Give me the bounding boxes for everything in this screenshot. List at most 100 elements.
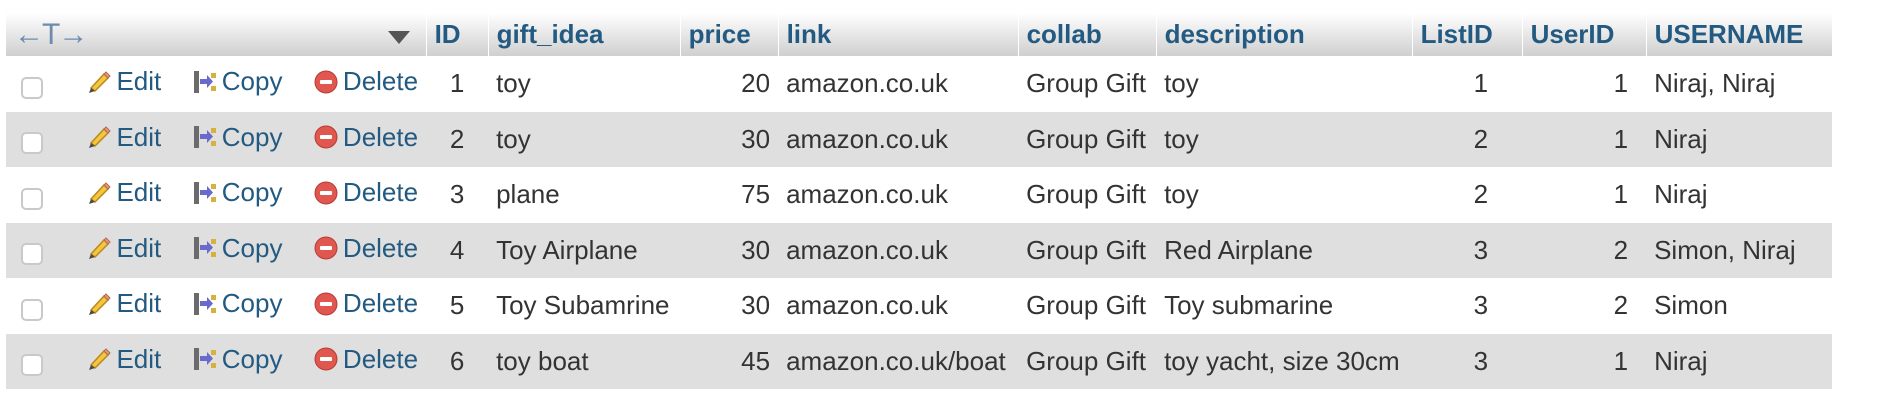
- edit-label: Edit: [116, 177, 162, 207]
- column-header-gift-idea[interactable]: gift_idea: [488, 13, 681, 56]
- edit-link[interactable]: Edit: [86, 288, 161, 319]
- cell-description: Red Airplane: [1164, 234, 1313, 265]
- row-actions-cell: Edit Copy Delete: [6, 334, 426, 390]
- cell-description: Toy submarine: [1164, 290, 1334, 321]
- copy-icon: [193, 292, 216, 315]
- column-header-price[interactable]: price: [680, 13, 779, 56]
- pencil-icon: [89, 126, 112, 148]
- table-row: Edit Copy Delete: [6, 222, 1833, 278]
- copy-link[interactable]: Copy: [192, 177, 283, 208]
- cell-description: toy: [1164, 123, 1199, 154]
- delete-label: Delete: [342, 232, 419, 263]
- cell-list-id: 3: [1473, 234, 1489, 265]
- copy-link[interactable]: Copy: [192, 121, 283, 153]
- copy-icon: [193, 181, 216, 204]
- row-checkbox[interactable]: [21, 76, 43, 99]
- pencil-icon: [89, 237, 112, 259]
- edit-link[interactable]: Edit: [86, 233, 161, 264]
- cell-list-id: 2: [1473, 179, 1489, 210]
- column-header-username[interactable]: USERNAME: [1646, 13, 1833, 56]
- cell-username: Niraj, Niraj: [1654, 68, 1776, 99]
- table-row: Edit Copy Delete: [6, 167, 1833, 223]
- pencil-icon: [89, 292, 112, 315]
- column-header-id[interactable]: ID: [426, 13, 489, 56]
- column-header-collab[interactable]: collab: [1018, 13, 1157, 56]
- cell-gift-idea: Toy Airplane: [496, 234, 638, 265]
- delete-icon: [314, 347, 338, 371]
- column-controls-header: ←T→: [6, 13, 427, 56]
- cell-list-id: 1: [1473, 68, 1489, 99]
- cell-link: amazon.co.uk/boat: [786, 345, 1006, 376]
- cell-collab: Group Gift: [1026, 68, 1147, 99]
- cell-gift-idea: toy: [496, 123, 531, 154]
- delete-label: Delete: [342, 343, 419, 374]
- cell-username: Niraj: [1654, 123, 1708, 154]
- cell-list-id: 3: [1473, 345, 1489, 376]
- delete-link[interactable]: Delete: [313, 122, 418, 153]
- row-checkbox[interactable]: [21, 132, 43, 155]
- copy-label: Copy: [221, 232, 283, 263]
- row-actions-cell: Edit Copy Delete: [6, 56, 426, 112]
- edit-link[interactable]: Edit: [86, 122, 161, 153]
- cell-price: 30: [741, 234, 771, 265]
- cell-collab: Group Gift: [1026, 234, 1147, 265]
- delete-link[interactable]: Delete: [313, 177, 418, 208]
- cell-link: amazon.co.uk: [786, 123, 948, 154]
- edit-label: Edit: [116, 288, 162, 318]
- edit-link[interactable]: Edit: [86, 66, 161, 97]
- edit-link[interactable]: Edit: [86, 177, 161, 208]
- column-header-list-id[interactable]: ListID: [1412, 13, 1523, 56]
- copy-link[interactable]: Copy: [192, 66, 282, 97]
- copy-link[interactable]: Copy: [192, 288, 282, 319]
- edit-link[interactable]: Edit: [86, 344, 161, 375]
- delete-link[interactable]: Delete: [313, 233, 418, 264]
- delete-icon: [314, 236, 338, 260]
- cell-description: toy: [1164, 179, 1199, 210]
- cell-collab: Group Gift: [1026, 123, 1147, 154]
- cell-link: amazon.co.uk: [786, 234, 948, 265]
- cell-user-id: 1: [1613, 123, 1629, 154]
- delete-link[interactable]: Delete: [313, 66, 418, 97]
- cell-user-id: 1: [1613, 68, 1629, 99]
- delete-icon: [314, 181, 338, 204]
- row-checkbox[interactable]: [21, 354, 43, 377]
- column-header-link[interactable]: link: [778, 13, 1019, 56]
- edit-label: Edit: [116, 66, 162, 96]
- cell-description: toy yacht, size 30cm: [1164, 345, 1400, 376]
- delete-link[interactable]: Delete: [313, 288, 418, 319]
- row-checkbox[interactable]: [21, 187, 43, 210]
- cell-username: Niraj: [1654, 345, 1708, 376]
- cell-user-id: 2: [1613, 234, 1629, 265]
- delete-link[interactable]: Delete: [313, 344, 418, 375]
- cell-username: Simon, Niraj: [1654, 234, 1796, 265]
- cell-user-id: 1: [1613, 179, 1629, 210]
- pencil-icon: [89, 70, 112, 93]
- copy-link[interactable]: Copy: [192, 232, 283, 264]
- copy-link[interactable]: Copy: [192, 344, 282, 375]
- results-table: ←T→ ID gift_idea price link collab descr…: [6, 13, 1833, 389]
- cell-id: 5: [449, 290, 465, 321]
- row-checkbox[interactable]: [21, 243, 43, 266]
- cell-gift-idea: toy: [496, 68, 531, 99]
- column-header-description[interactable]: description: [1156, 13, 1413, 56]
- column-arrows-icon[interactable]: ←T→: [14, 18, 88, 51]
- column-header-user-id[interactable]: UserID: [1522, 13, 1647, 56]
- cell-gift-idea: Toy Subamrine: [496, 290, 670, 321]
- copy-icon: [193, 348, 216, 370]
- table-row: Edit Copy Delete: [6, 56, 1833, 112]
- sort-triangle-icon[interactable]: [387, 30, 410, 44]
- cell-price: 30: [741, 290, 771, 321]
- cell-description: toy: [1164, 68, 1199, 99]
- cell-collab: Group Gift: [1026, 179, 1147, 210]
- delete-icon: [314, 70, 338, 93]
- copy-icon: [193, 237, 216, 259]
- cell-price: 20: [741, 68, 771, 99]
- cell-username: Niraj: [1654, 179, 1708, 210]
- pencil-icon: [89, 181, 112, 204]
- row-checkbox[interactable]: [21, 298, 43, 321]
- edit-label: Edit: [116, 121, 162, 152]
- copy-label: Copy: [221, 177, 283, 207]
- cell-id: 6: [449, 345, 465, 376]
- copy-label: Copy: [221, 121, 283, 152]
- row-actions-cell: Edit Copy Delete: [6, 112, 426, 168]
